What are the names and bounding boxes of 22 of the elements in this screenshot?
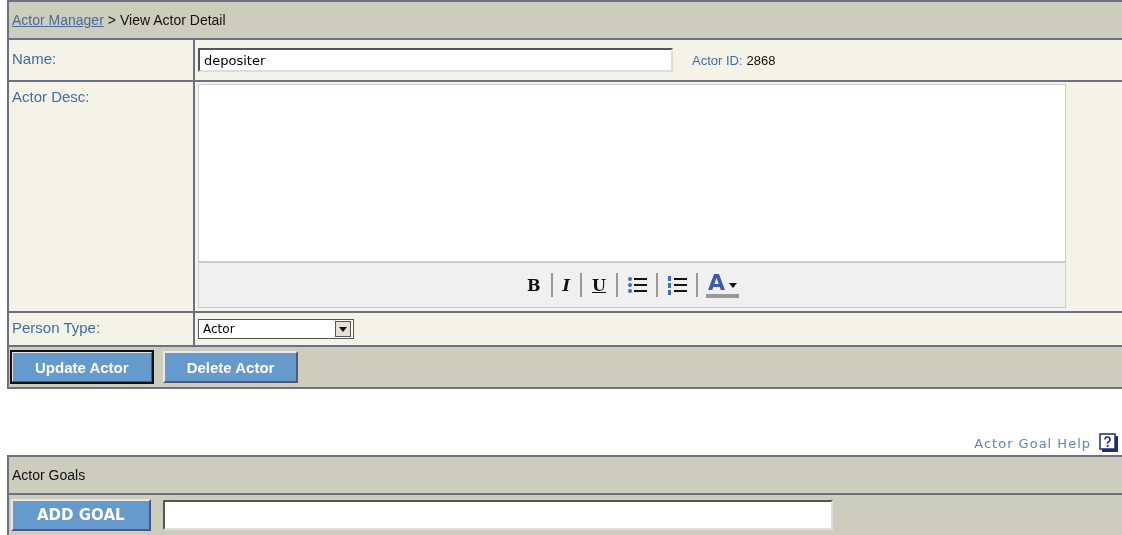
caret-icon	[729, 282, 737, 288]
field-label: Name:	[12, 50, 57, 67]
bold-button[interactable]: B	[525, 275, 543, 295]
breadcrumb-link[interactable]: Actor Manager	[12, 12, 104, 28]
field-label: Actor Desc:	[12, 88, 90, 105]
numbered-list-icon[interactable]	[665, 275, 688, 295]
italic-button[interactable]: I	[560, 275, 572, 295]
actor-id-label: Actor ID:	[692, 52, 743, 68]
name-field[interactable]: depositer	[198, 48, 673, 72]
underline-button[interactable]: U	[590, 275, 608, 295]
actor-id-value: 2868	[746, 52, 776, 68]
breadcrumb-separator: >	[107, 12, 116, 28]
field-label: Person Type:	[12, 319, 101, 336]
goal-field[interactable]	[162, 500, 833, 530]
description-editor[interactable]: B I U A	[198, 84, 1066, 308]
bullet-list-icon[interactable]	[625, 275, 648, 295]
section-title: Actor Goals	[12, 467, 86, 483]
help-link[interactable]: Actor Goal Help	[974, 435, 1091, 451]
font-color-button[interactable]: A	[705, 272, 739, 298]
page-title: View Actor Detail	[120, 12, 226, 28]
person-type-dropdown[interactable]: Actor	[198, 319, 354, 339]
help-icon[interactable]	[1099, 433, 1119, 453]
